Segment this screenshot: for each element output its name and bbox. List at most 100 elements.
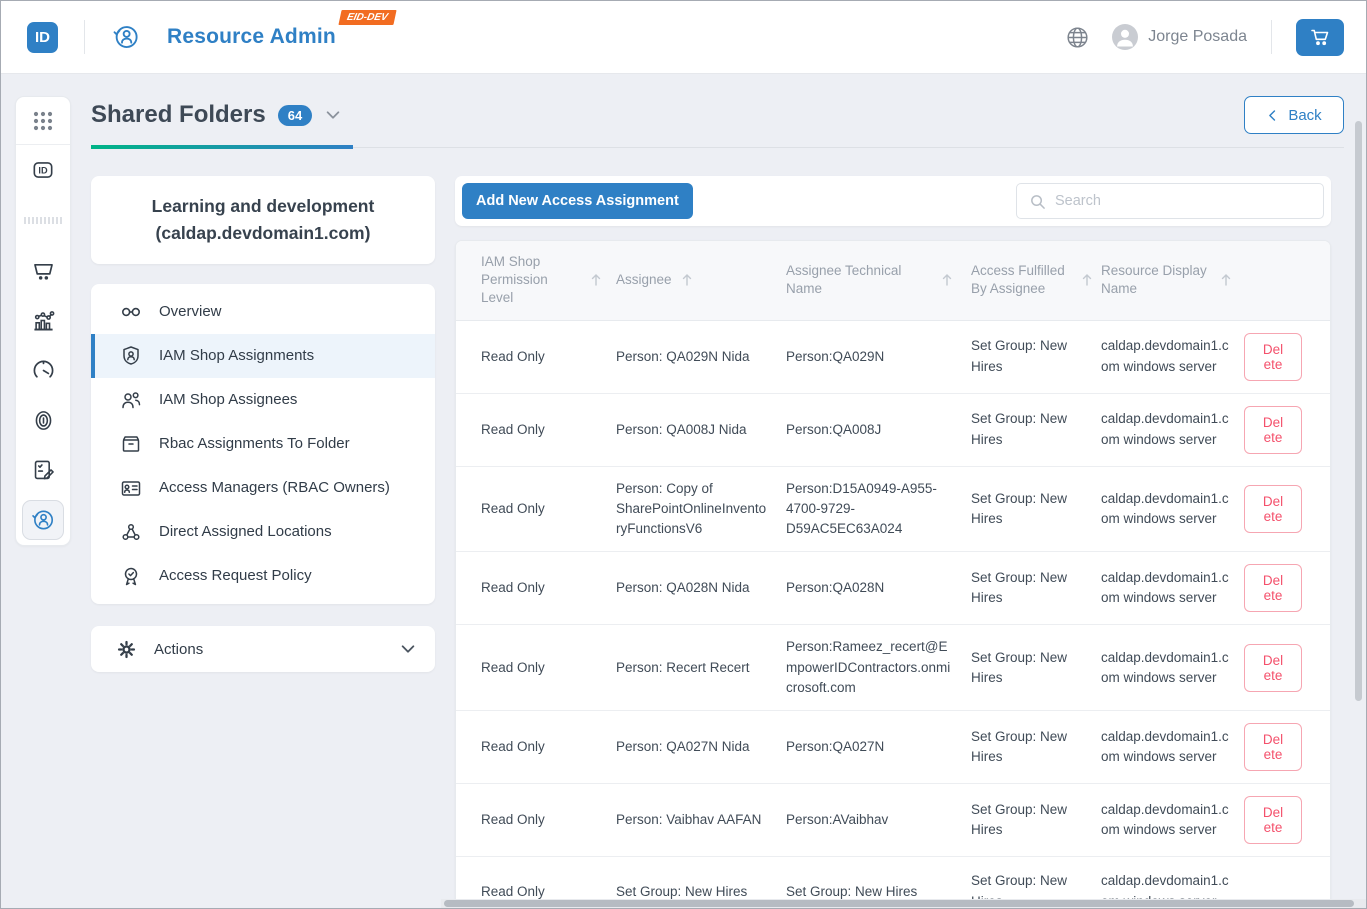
left-panel: Learning and development (caldap.devdoma… bbox=[91, 176, 435, 909]
rail-item-id[interactable]: ID bbox=[16, 145, 70, 195]
document-edit-icon bbox=[31, 458, 56, 483]
column-header-access-fulfilled-by[interactable]: Access Fulfilled By Assignee bbox=[971, 250, 1101, 310]
cell-actions: Delete bbox=[1244, 473, 1330, 545]
cell-resource-display-name: caldap.devdomain1.com windows server bbox=[1101, 788, 1244, 853]
svg-text:ID: ID bbox=[38, 166, 48, 176]
actions-dropdown[interactable]: Actions bbox=[91, 626, 435, 672]
page-title-divider bbox=[91, 147, 1344, 148]
table-header: IAM Shop Permission Level Assignee bbox=[456, 241, 1330, 321]
rail-item-resource-admin[interactable] bbox=[16, 495, 70, 545]
cell-permission-level: Read Only bbox=[456, 335, 616, 379]
cell-access-fulfilled-by: Set Group: New Hires bbox=[971, 324, 1101, 389]
nav-item-access-request-policy[interactable]: Access Request Policy bbox=[91, 554, 435, 598]
table-row: Read Only Person: Recert Recert Person:R… bbox=[456, 624, 1330, 710]
person-check-icon bbox=[111, 22, 141, 52]
column-header-assignee[interactable]: Assignee bbox=[616, 259, 786, 301]
resource-domain: (caldap.devdomain1.com) bbox=[105, 220, 421, 247]
nav-item-overview[interactable]: Overview bbox=[91, 290, 435, 334]
cell-assignee: Person: QA029N Nida bbox=[616, 335, 786, 379]
cart-icon bbox=[1309, 26, 1331, 48]
back-button[interactable]: Back bbox=[1244, 96, 1344, 134]
cell-actions: Delete bbox=[1244, 321, 1330, 393]
nav-item-direct-assigned-locations[interactable]: Direct Assigned Locations bbox=[91, 510, 435, 554]
rail-item-analytics[interactable] bbox=[16, 295, 70, 345]
person-check-icon bbox=[30, 507, 56, 533]
rail-item-audit[interactable] bbox=[16, 445, 70, 495]
glasses-icon bbox=[120, 301, 142, 323]
rail-item-divider bbox=[16, 195, 70, 245]
rail-item-dashboard[interactable] bbox=[16, 345, 70, 395]
column-header-resource-display-name[interactable]: Resource Display Name bbox=[1101, 250, 1244, 310]
barcode-icon bbox=[24, 217, 62, 224]
table-row: Read Only Person: QA029N Nida Person:QA0… bbox=[456, 321, 1330, 393]
table-row: Read Only Person: QA008J Nida Person:QA0… bbox=[456, 393, 1330, 466]
nav-item-access-managers[interactable]: Access Managers (RBAC Owners) bbox=[91, 466, 435, 510]
page-title: Shared Folders bbox=[91, 101, 266, 129]
delete-button[interactable]: Delete bbox=[1244, 485, 1302, 533]
cell-assignee: Person: QA027N Nida bbox=[616, 725, 786, 769]
nav-item-iam-shop-assignments[interactable]: IAM Shop Assignments bbox=[91, 334, 435, 378]
search-input[interactable] bbox=[1055, 193, 1311, 209]
nav-item-iam-shop-assignees[interactable]: IAM Shop Assignees bbox=[91, 378, 435, 422]
cell-assignee-technical-name: Person:QA029N bbox=[786, 335, 971, 379]
cell-resource-display-name: caldap.devdomain1.com windows server bbox=[1101, 397, 1244, 462]
resource-title-card: Learning and development (caldap.devdoma… bbox=[91, 176, 435, 264]
nav-item-rbac-assignments[interactable]: Rbac Assignments To Folder bbox=[91, 422, 435, 466]
cell-permission-level: Read Only bbox=[456, 487, 616, 531]
delete-button[interactable]: Delete bbox=[1244, 723, 1302, 771]
sort-arrow-icon bbox=[590, 273, 602, 287]
globe-icon[interactable] bbox=[1065, 25, 1090, 50]
user-menu[interactable]: Jorge Posada bbox=[1112, 24, 1247, 50]
search-icon bbox=[1029, 193, 1046, 210]
rail-item-apps[interactable] bbox=[16, 97, 70, 145]
cell-permission-level: Read Only bbox=[456, 725, 616, 769]
user-name: Jorge Posada bbox=[1148, 28, 1247, 46]
sort-arrow-icon bbox=[681, 273, 693, 287]
cell-resource-display-name: caldap.devdomain1.com windows server bbox=[1101, 324, 1244, 389]
table-row: Read Only Person: Copy of SharePointOnli… bbox=[456, 466, 1330, 552]
rail-item-identity[interactable] bbox=[16, 395, 70, 445]
resource-name: Learning and development bbox=[105, 193, 421, 220]
column-header-assignee-technical-name[interactable]: Assignee Technical Name bbox=[786, 250, 971, 310]
horizontal-scrollbar[interactable] bbox=[444, 900, 1354, 907]
horizontal-scrollbar-track bbox=[441, 899, 1366, 908]
gauge-icon bbox=[31, 358, 56, 383]
icon-rail: ID bbox=[15, 96, 71, 546]
delete-button[interactable]: Delete bbox=[1244, 406, 1302, 454]
chart-icon bbox=[31, 308, 56, 333]
cell-access-fulfilled-by: Set Group: New Hires bbox=[971, 477, 1101, 542]
title-underline bbox=[91, 145, 353, 149]
sort-arrow-icon bbox=[941, 273, 953, 287]
cell-access-fulfilled-by: Set Group: New Hires bbox=[971, 715, 1101, 780]
app-window: ID Resource Admin EID-DEV bbox=[0, 0, 1367, 909]
cell-permission-level: Read Only bbox=[456, 566, 616, 610]
assignments-panel: Add New Access Assignment bbox=[455, 176, 1331, 909]
apps-grid-icon bbox=[31, 109, 55, 133]
delete-button[interactable]: Delete bbox=[1244, 564, 1302, 612]
chevron-down-icon[interactable] bbox=[324, 106, 342, 124]
cell-permission-level: Read Only bbox=[456, 798, 616, 842]
header-divider bbox=[84, 20, 85, 54]
cell-access-fulfilled-by: Set Group: New Hires bbox=[971, 788, 1101, 853]
add-access-assignment-button[interactable]: Add New Access Assignment bbox=[462, 183, 693, 219]
delete-button[interactable]: Delete bbox=[1244, 333, 1302, 381]
cell-actions: Delete bbox=[1244, 784, 1330, 856]
rail-item-shop[interactable] bbox=[16, 245, 70, 295]
actions-label: Actions bbox=[154, 641, 203, 658]
search-box bbox=[1016, 183, 1324, 219]
column-header-permission-level[interactable]: IAM Shop Permission Level bbox=[456, 241, 616, 320]
cell-assignee: Person: QA028N Nida bbox=[616, 566, 786, 610]
cell-resource-display-name: caldap.devdomain1.com windows server bbox=[1101, 556, 1244, 621]
cart-button[interactable] bbox=[1296, 19, 1344, 56]
cell-access-fulfilled-by: Set Group: New Hires bbox=[971, 556, 1101, 621]
cell-assignee-technical-name: Person:Rameez_recert@EmpowerIDContractor… bbox=[786, 625, 971, 710]
shield-person-icon bbox=[120, 345, 142, 367]
resource-nav: Overview IAM Shop Assignments bbox=[91, 284, 435, 604]
fingerprint-icon bbox=[31, 408, 56, 433]
vertical-scrollbar[interactable] bbox=[1355, 121, 1362, 701]
delete-button[interactable]: Delete bbox=[1244, 644, 1302, 692]
app-logo[interactable]: ID bbox=[27, 22, 58, 53]
delete-button[interactable]: Delete bbox=[1244, 796, 1302, 844]
cell-permission-level: Read Only bbox=[456, 646, 616, 690]
gear-icon bbox=[116, 639, 137, 660]
